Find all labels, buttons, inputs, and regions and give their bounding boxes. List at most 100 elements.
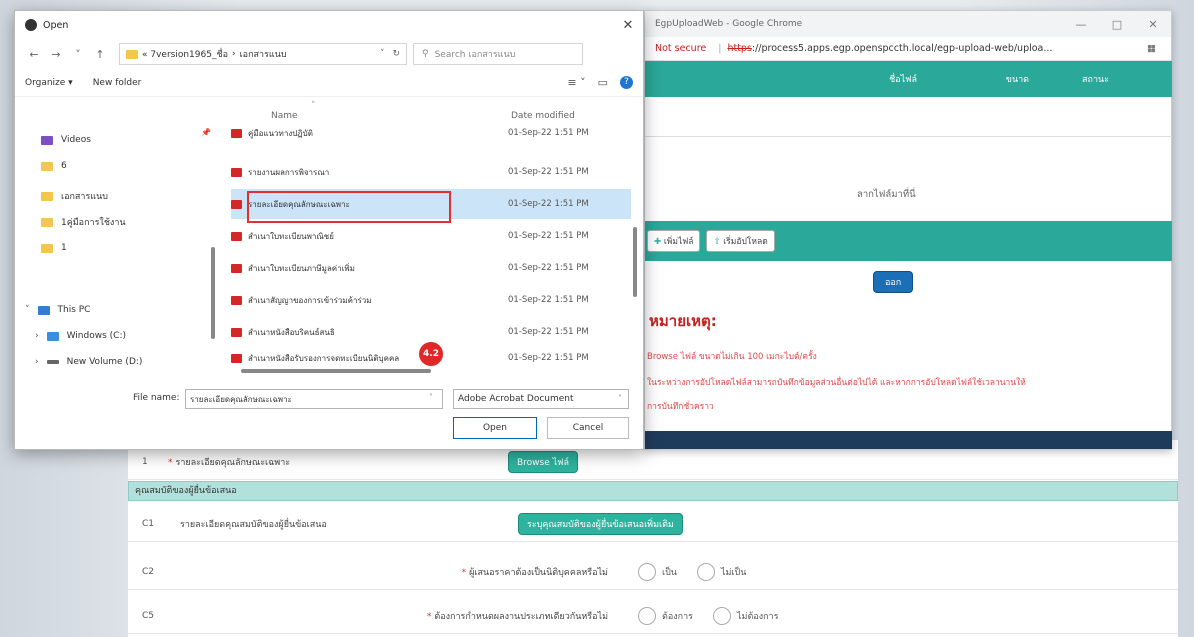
file-row[interactable]: สำเนาสัญญาของการเข้าร่วมค้าร่วม 01-Sep-2… [231, 285, 631, 315]
address-bar[interactable]: Not secure | https://process5.apps.egp.o… [645, 37, 1171, 61]
separator: | [718, 43, 722, 54]
radio-label: ไม่ต้องการ [736, 611, 779, 622]
nav-item-1[interactable]: 1 [41, 243, 67, 253]
file-date: 01-Sep-22 1:51 PM [508, 231, 589, 241]
chrome-upload-window: EgpUploadWeb - Google Chrome — □ ✕ Not s… [644, 10, 1172, 450]
browse-file-button[interactable]: Browse ไฟล์ [508, 450, 579, 473]
c5-no-radio[interactable] [712, 606, 731, 625]
nav-item-windows-c[interactable]: › Windows (C:) [35, 331, 126, 341]
row-number: C1 [142, 518, 155, 529]
dialog-titlebar: Open ✕ [15, 11, 643, 39]
maximize-icon[interactable]: □ [1099, 18, 1135, 31]
chevron-down-icon: ˅ [25, 305, 30, 315]
exit-button[interactable]: ออก [873, 271, 914, 293]
file-date: 01-Sep-22 1:51 PM [508, 128, 589, 138]
chevron-down-icon[interactable]: ˅ [380, 49, 385, 59]
minimize-icon[interactable]: — [1063, 18, 1099, 31]
col-status: สถานะ [1082, 75, 1109, 85]
file-name: รายงานผลการพิจารณา [248, 167, 330, 177]
horizontal-scrollbar[interactable] [241, 369, 431, 373]
breadcrumb[interactable]: « 7version1965_ชื่อ › เอกสารแนบ ˅ ↻ [119, 43, 407, 65]
chevron-right-icon: › [35, 357, 39, 367]
nav-item-manual[interactable]: 1คู่มือการใช้งาน [41, 215, 126, 229]
up-icon[interactable]: ↑ [89, 48, 111, 61]
file-row[interactable]: สำเนาใบทะเบียนภาษีมูลค่าเพิ่ม 01-Sep-22 … [231, 253, 631, 283]
file-date: 01-Sep-22 1:51 PM [508, 199, 589, 209]
file-date: 01-Sep-22 1:51 PM [508, 327, 589, 337]
row-number: C2 [142, 566, 155, 577]
c2-yes-radio[interactable] [638, 562, 656, 581]
upload-icon: ⇧ [713, 237, 721, 247]
videos-folder-icon [41, 135, 53, 145]
search-placeholder: Search เอกสารแนบ [434, 50, 516, 60]
form-panel: 1 * รายละเอียดคุณลักษณะเฉพาะ Browse ไฟล์ … [128, 440, 1178, 637]
col-header-name[interactable]: Name [271, 111, 298, 121]
pdf-icon [231, 263, 242, 273]
file-row[interactable]: รายงานผลการพิจารณา 01-Sep-22 1:51 PM [231, 157, 631, 187]
organize-button[interactable]: Organize ▾ [25, 78, 73, 88]
add-qualification-button[interactable]: ระบุคุณสมบัติของผู้ยื่นข้อเสนอเพิ่มเติม [518, 512, 683, 535]
pin-icon[interactable]: 📌 [201, 128, 211, 137]
search-input[interactable]: ⚲ Search เอกสารแนบ [413, 43, 583, 65]
nav-item-6[interactable]: 6 [41, 161, 67, 171]
back-icon[interactable]: ← [23, 48, 45, 61]
command-bar: Organize ▾ New folder ≡ ˅ ▭ ? [15, 69, 643, 97]
nav-item-videos[interactable]: Videos [41, 135, 91, 145]
open-file-dialog: Open ✕ ← → ˅ ↑ « 7version1965_ชื่อ › เอก… [14, 10, 644, 450]
view-controls: ≡ ˅ ▭ ? [567, 76, 633, 89]
dialog-footer: File name: ˅ Adobe Acrobat Document ˅ Op… [15, 383, 643, 449]
help-icon[interactable]: ? [620, 76, 633, 89]
nav-item-new-volume-d[interactable]: › New Volume (D:) [35, 357, 142, 367]
dialog-navbar: ← → ˅ ↑ « 7version1965_ชื่อ › เอกสารแนบ … [15, 39, 643, 69]
file-row[interactable]: คู่มือแนวทางปฏิบัติ 01-Sep-22 1:51 PM [231, 125, 631, 141]
file-date: 01-Sep-22 1:51 PM [508, 167, 589, 177]
nav-item-this-pc[interactable]: ˅ This PC [25, 305, 90, 315]
file-name-input[interactable] [185, 389, 443, 409]
preview-pane-icon[interactable]: ▭ [598, 76, 608, 89]
refresh-icon[interactable]: ↻ [392, 49, 400, 59]
extension-icon[interactable]: ▦ [1147, 43, 1171, 54]
url-text[interactable]: https://process5.apps.egp.openspccth.loc… [727, 43, 1052, 54]
search-icon: ⚲ [422, 49, 429, 59]
forward-icon[interactable]: → [45, 48, 67, 61]
close-icon[interactable]: ✕ [613, 18, 643, 33]
form-row-c5: C5 * ต้องการกำหนดผลงานประเภทเดียวกันหรือไ… [128, 598, 1178, 634]
close-icon[interactable]: ✕ [1135, 18, 1171, 31]
file-date: 01-Sep-22 1:51 PM [508, 263, 589, 273]
open-button[interactable]: Open [453, 417, 537, 439]
file-date: 01-Sep-22 1:51 PM [508, 295, 589, 305]
start-upload-button[interactable]: ⇧ เริ่มอัปโหลด [706, 230, 775, 252]
col-size: ขนาด [1005, 75, 1029, 85]
new-folder-button[interactable]: New folder [93, 78, 142, 88]
nav-item-attachments[interactable]: เอกสารแนบ [41, 189, 108, 203]
chrome-footer-bar [645, 431, 1172, 449]
c2-no-radio[interactable] [696, 562, 715, 581]
row-number: C5 [142, 610, 155, 621]
file-type-select[interactable]: Adobe Acrobat Document ˅ [453, 389, 629, 409]
recent-chevron-icon[interactable]: ˅ [67, 48, 89, 61]
view-options-icon[interactable]: ≡ ˅ [567, 76, 585, 89]
file-date: 01-Sep-22 1:51 PM [508, 353, 589, 363]
row-label: รายละเอียดคุณสมบัติของผู้ยื่นข้อเสนอ [180, 519, 327, 530]
chevron-down-icon: ˅ [618, 394, 622, 403]
breadcrumb-item[interactable]: เอกสารแนบ [240, 47, 287, 61]
nav-scrollbar[interactable] [211, 247, 215, 339]
add-file-button[interactable]: ✚ เพิ่มไฟล์ [647, 230, 701, 252]
pdf-icon [231, 327, 242, 337]
file-type-value: Adobe Acrobat Document [458, 394, 574, 404]
cancel-button[interactable]: Cancel [547, 417, 629, 439]
navigation-pane: Videos 📌 6 เอกสารแนบ 1คู่มือการใช้งาน 1 … [15, 99, 215, 381]
col-header-date[interactable]: Date modified [511, 111, 575, 121]
file-list-scrollbar[interactable] [633, 227, 637, 297]
form-row-c1: C1 รายละเอียดคุณสมบัติของผู้ยื่นข้อเสนอ … [128, 506, 1178, 542]
file-row[interactable]: สำเนาใบทะเบียนพาณิชย์ 01-Sep-22 1:51 PM [231, 221, 631, 251]
drop-zone-text[interactable]: ลากไฟล์มาที่นี่ [857, 187, 916, 202]
breadcrumb-item[interactable]: « 7version1965_ชื่อ [142, 47, 228, 61]
pdf-icon [231, 231, 242, 241]
row-number: 1 [142, 456, 148, 467]
sort-chevron-icon: ˄ [311, 101, 316, 111]
c5-yes-radio[interactable] [638, 606, 656, 625]
chrome-titlebar: EgpUploadWeb - Google Chrome — □ ✕ [645, 11, 1171, 37]
row-label: * ต้องการกำหนดผลงานประเภทเดียวกันหรือไม่ [426, 611, 608, 622]
chevron-down-icon[interactable]: ˅ [429, 393, 433, 402]
